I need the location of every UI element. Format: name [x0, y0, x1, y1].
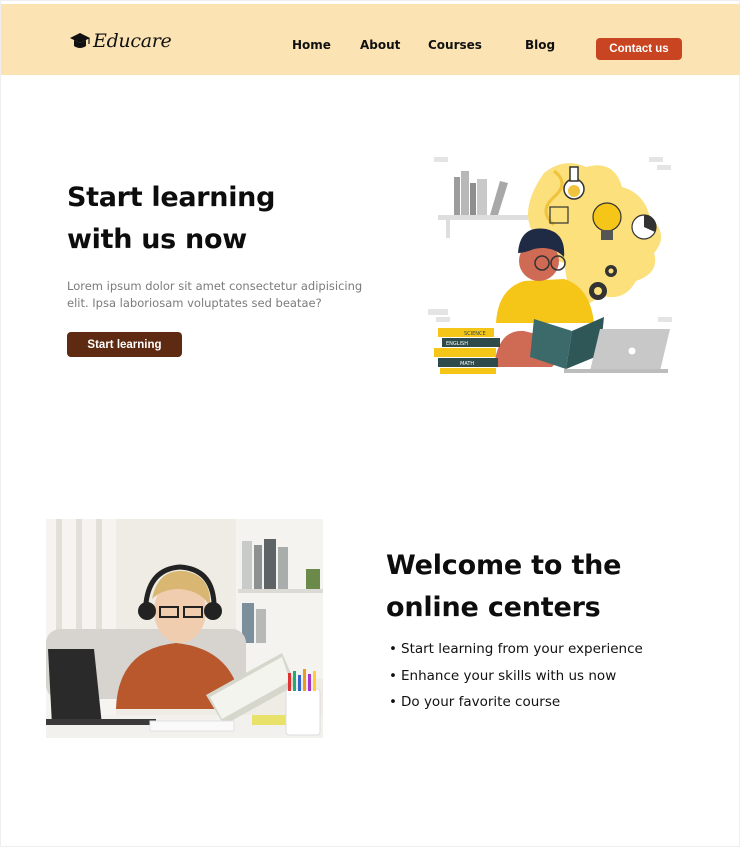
bullet-icon: • — [389, 667, 397, 684]
list-item: • Do your favorite course — [389, 692, 643, 719]
welcome-title-line1: Welcome to the — [386, 550, 622, 581]
logo[interactable]: Educare — [69, 30, 172, 52]
student-with-headphones-photo — [46, 519, 323, 738]
hero-description: Lorem ipsum dolor sit amet consectetur a… — [67, 278, 372, 312]
hero-description-line2: elit. Ipsa laboriosam voluptates sed bea… — [67, 296, 322, 310]
nav-blog-link[interactable]: Blog — [525, 38, 555, 52]
list-item: • Enhance your skills with us now — [389, 666, 643, 693]
book-label-math: MATH — [460, 361, 474, 367]
hero-title-line2: with us now — [67, 224, 247, 255]
hero-title: Start learning with us now — [67, 177, 367, 261]
header: Educare Home About Courses Blog Contact … — [1, 4, 740, 75]
brand-name: Educare — [93, 30, 172, 52]
book-label-english: ENGLISH — [446, 341, 468, 347]
welcome-title: Welcome to the online centers — [386, 545, 716, 629]
start-learning-button[interactable]: Start learning — [67, 332, 182, 357]
nav-home-link[interactable]: Home — [292, 38, 331, 52]
features-list: • Start learning from your experience • … — [389, 639, 643, 719]
student-reading-illustration: SCIENCE ENGLISH MATH — [428, 157, 672, 374]
nav-about-link[interactable]: About — [360, 38, 400, 52]
welcome-title-line2: online centers — [386, 592, 601, 623]
page: Educare Home About Courses Blog Contact … — [0, 0, 740, 847]
graduation-cap-icon — [70, 33, 90, 48]
bullet-icon: • — [389, 694, 397, 710]
list-item-text: Enhance your skills with us now — [401, 667, 617, 684]
list-item-text: Start learning from your experience — [401, 641, 643, 657]
nav-courses-link[interactable]: Courses — [428, 38, 482, 52]
hero-title-line1: Start learning — [67, 182, 276, 213]
list-item-text: Do your favorite course — [401, 694, 561, 710]
contact-us-button[interactable]: Contact us — [596, 38, 682, 60]
bullet-icon: • — [389, 641, 397, 657]
book-label-science: SCIENCE — [464, 331, 486, 337]
list-item: • Start learning from your experience — [389, 639, 643, 666]
hero-description-line1: Lorem ipsum dolor sit amet consectetur a… — [67, 279, 363, 293]
